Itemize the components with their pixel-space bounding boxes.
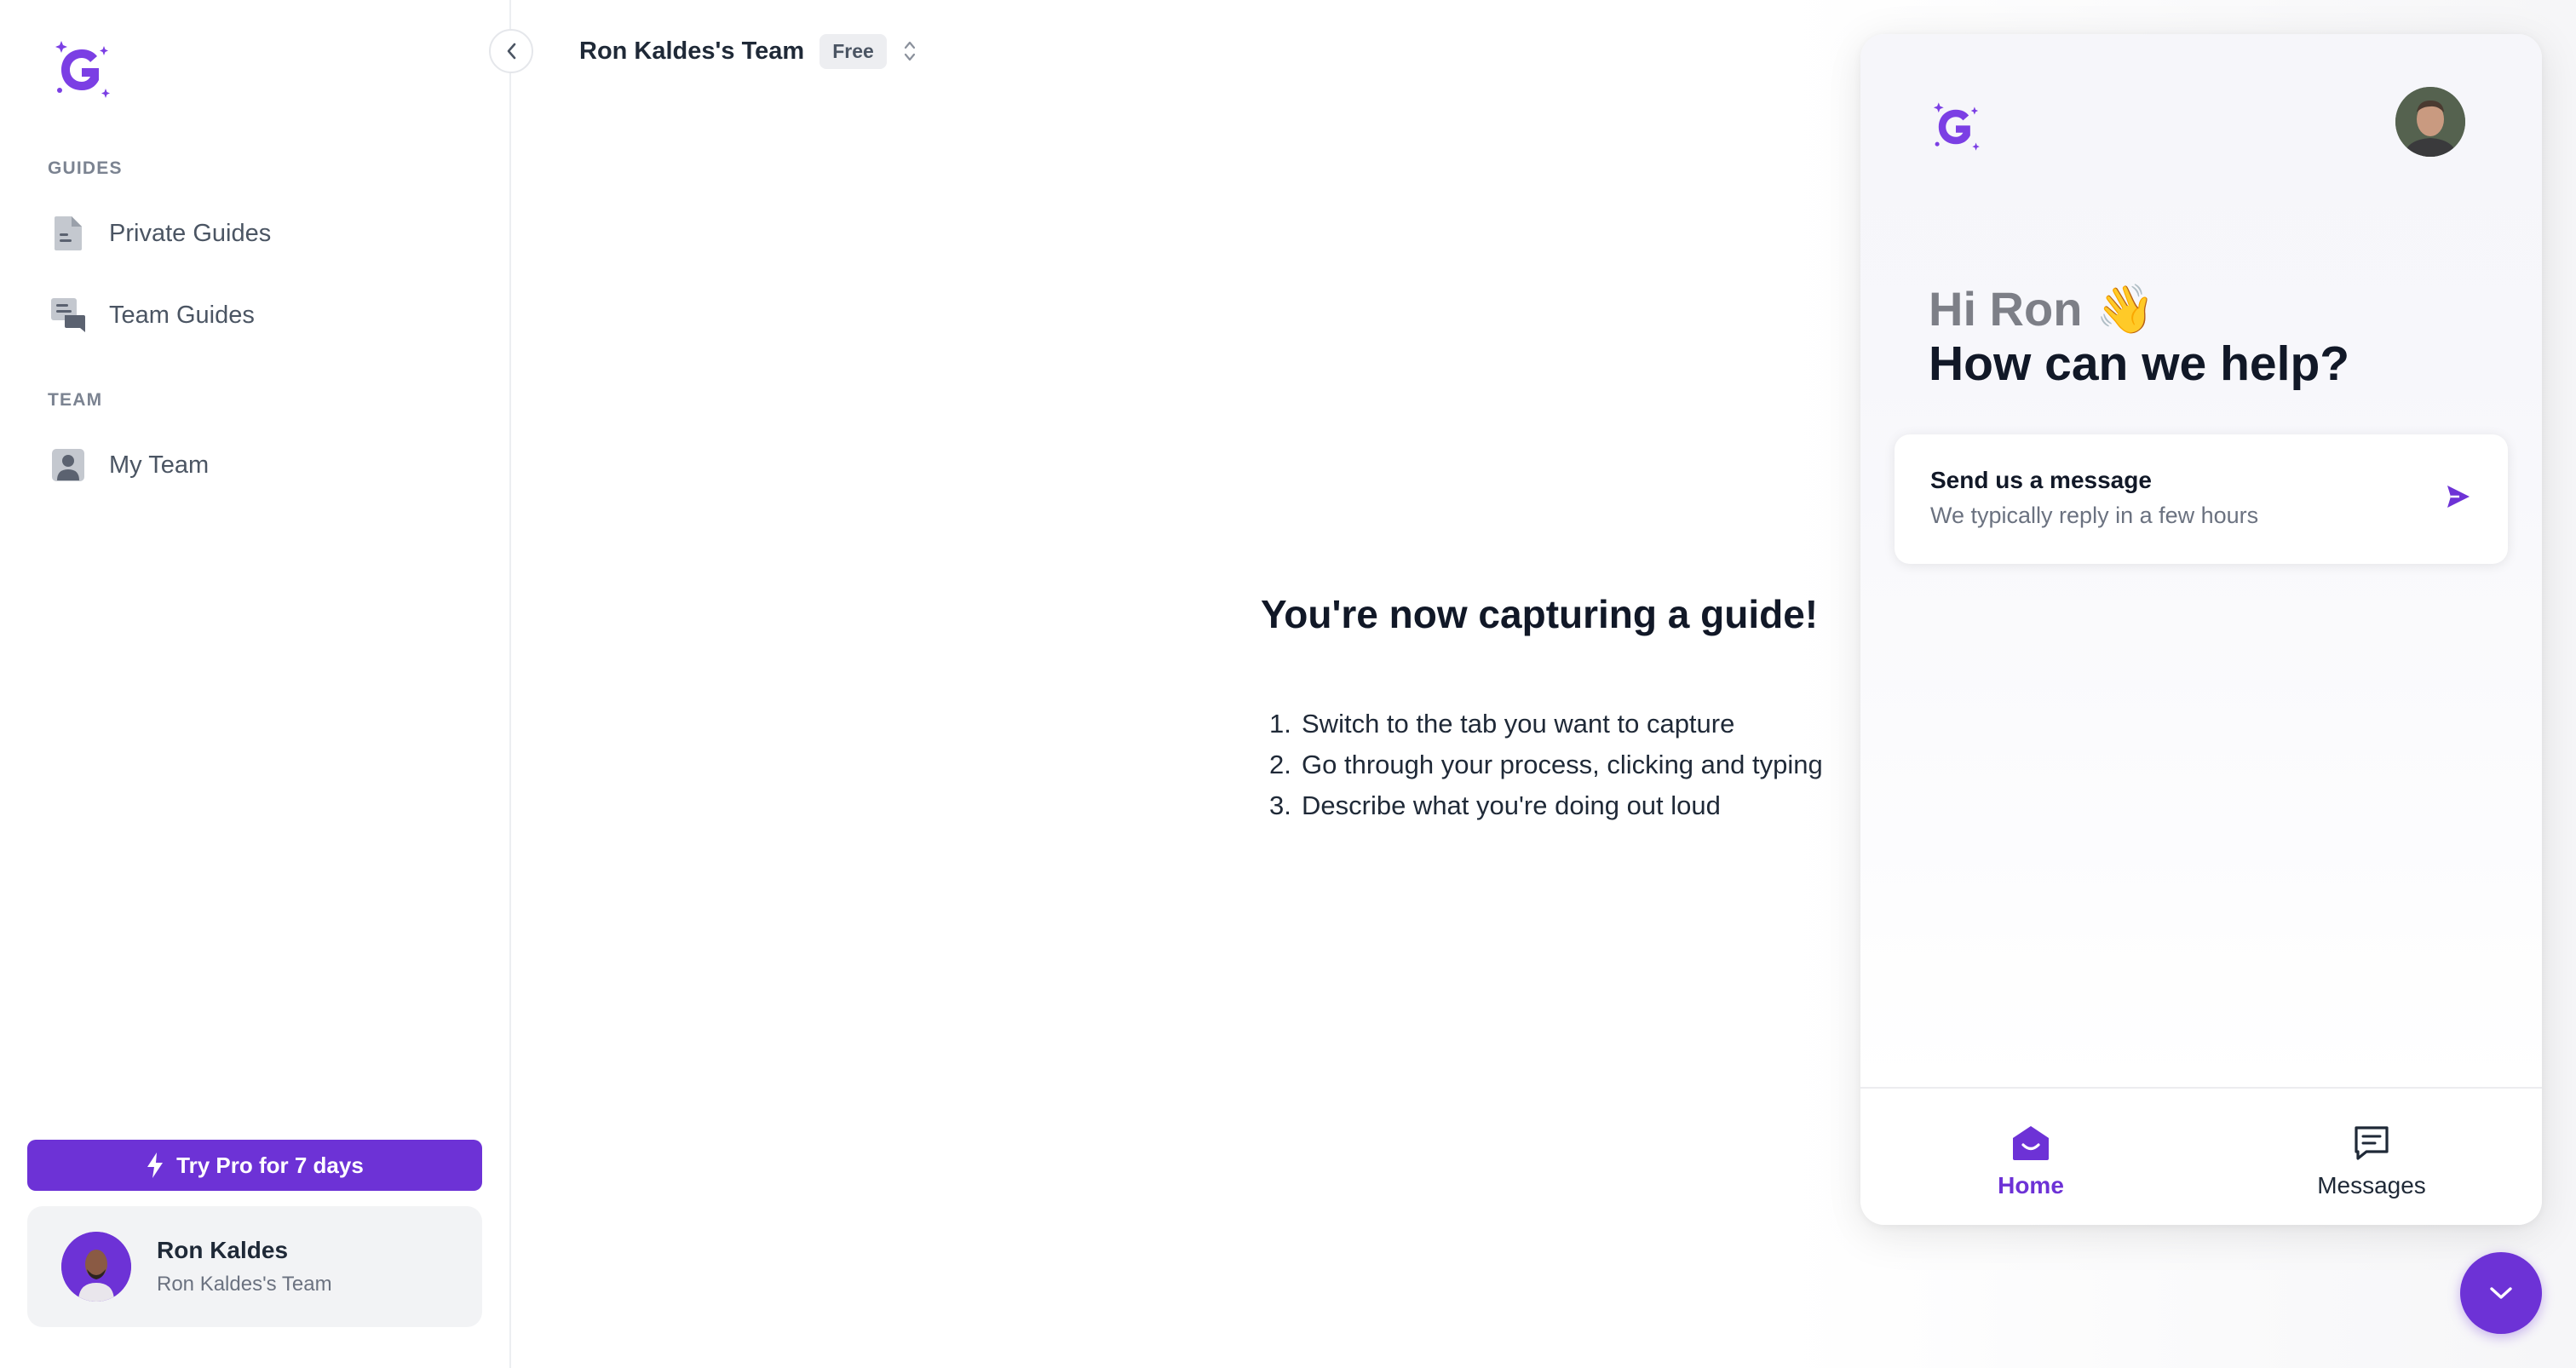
list-item: 3. Describe what you're doing out loud bbox=[1269, 790, 1721, 820]
chevron-down-icon bbox=[2487, 1284, 2516, 1302]
send-message-card[interactable]: Send us a message We typically reply in … bbox=[1895, 434, 2508, 564]
greeting: Hi Ron 👋 bbox=[1929, 282, 2155, 336]
support-agent-avatar bbox=[2395, 87, 2465, 157]
section-label-team: TEAM bbox=[48, 390, 103, 410]
avatar bbox=[61, 1232, 131, 1302]
tab-label: Home bbox=[1998, 1172, 2064, 1198]
sidebar-item-label: Private Guides bbox=[109, 219, 272, 247]
app-logo[interactable] bbox=[49, 37, 114, 102]
document-icon bbox=[48, 213, 89, 254]
widget-tab-bar: Home Messages bbox=[1860, 1087, 2542, 1225]
chevron-left-icon bbox=[505, 42, 517, 60]
list-item: 1. Switch to the tab you want to capture bbox=[1269, 709, 1735, 739]
team-name: Ron Kaldes's Team bbox=[579, 37, 805, 65]
close-widget-button[interactable] bbox=[2460, 1252, 2542, 1334]
team-switcher[interactable]: Ron Kaldes's Team Free bbox=[579, 29, 917, 73]
message-card-subtitle: We typically reply in a few hours bbox=[1930, 503, 2259, 528]
sidebar-item-private-guides[interactable]: Private Guides bbox=[48, 206, 474, 261]
send-icon bbox=[2443, 482, 2472, 511]
chat-documents-icon bbox=[48, 295, 89, 336]
plan-badge: Free bbox=[819, 33, 887, 69]
list-item: 2. Go through your process, clicking and … bbox=[1269, 750, 1823, 779]
sidebar-item-label: Team Guides bbox=[109, 301, 255, 329]
user-name: Ron Kaldes bbox=[157, 1237, 289, 1263]
user-card[interactable]: Ron Kaldes Ron Kaldes's Team bbox=[27, 1206, 482, 1327]
support-widget: Hi Ron 👋 How can we help? Send us a mess… bbox=[1860, 34, 2542, 1225]
home-icon bbox=[2011, 1121, 2050, 1165]
tab-messages[interactable]: Messages bbox=[2201, 1089, 2542, 1225]
widget-home-panel: Hi Ron 👋 How can we help? Send us a mess… bbox=[1860, 34, 2542, 1087]
try-pro-button[interactable]: Try Pro for 7 days bbox=[27, 1140, 482, 1191]
instruction-list: 1. Switch to the tab you want to capture … bbox=[1269, 704, 1823, 826]
message-card-title: Send us a message bbox=[1930, 467, 2152, 493]
try-pro-label: Try Pro for 7 days bbox=[176, 1152, 364, 1178]
sidebar-item-label: My Team bbox=[109, 451, 210, 479]
page-title: You're now capturing a guide! bbox=[1261, 592, 1819, 636]
sidebar-item-my-team[interactable]: My Team bbox=[48, 438, 474, 492]
lightning-icon bbox=[146, 1152, 164, 1179]
collapse-sidebar-button[interactable] bbox=[489, 29, 533, 73]
tab-label: Messages bbox=[2317, 1172, 2426, 1198]
sidebar-item-team-guides[interactable]: Team Guides bbox=[48, 288, 474, 342]
widget-logo bbox=[1929, 97, 1983, 157]
tab-home[interactable]: Home bbox=[1860, 1089, 2201, 1225]
section-label-guides: GUIDES bbox=[48, 158, 123, 178]
help-headline: How can we help? bbox=[1929, 336, 2350, 391]
person-icon bbox=[48, 445, 89, 486]
user-team-name: Ron Kaldes's Team bbox=[157, 1273, 332, 1296]
chevron-up-down-icon bbox=[902, 38, 917, 64]
sidebar: GUIDES Private Guides Team Guides TEAM M… bbox=[0, 0, 511, 1368]
messages-icon bbox=[2353, 1121, 2390, 1165]
